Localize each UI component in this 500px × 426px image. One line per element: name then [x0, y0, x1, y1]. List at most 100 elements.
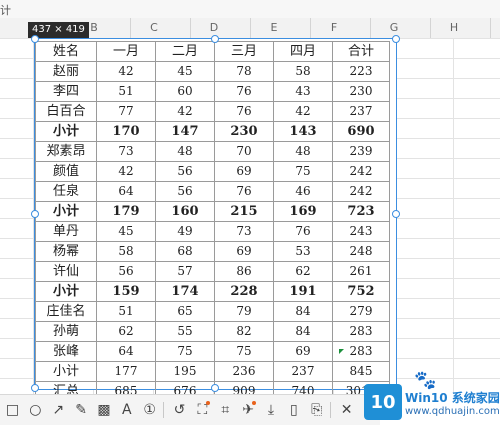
value-cell: 69	[273, 341, 333, 362]
value-cell: 845	[332, 361, 390, 382]
value-cell: 51	[96, 301, 156, 322]
resize-handle-middle-right[interactable]	[392, 210, 400, 218]
column-heading: 一月	[96, 41, 156, 62]
name-cell: 白百合	[35, 101, 97, 122]
value-cell: 70	[214, 141, 274, 162]
column-header-c[interactable]: C	[146, 18, 162, 38]
value-cell: 170	[96, 121, 156, 142]
value-cell: 159	[96, 281, 156, 302]
number-icon[interactable]: ①	[139, 399, 160, 421]
watermark-logo: 10	[364, 384, 402, 420]
watermark-title: Win10 系统家园	[405, 391, 500, 405]
value-cell: 79	[214, 301, 274, 322]
value-cell: 261	[332, 261, 390, 282]
column-separator	[430, 18, 431, 38]
value-cell: 236	[214, 361, 274, 382]
value-cell: 82	[214, 321, 274, 342]
value-cell: 177	[96, 361, 156, 382]
value-cell: 752	[332, 281, 390, 302]
column-separator	[190, 18, 191, 38]
resize-handle-top-middle[interactable]	[211, 35, 219, 43]
value-cell: 174	[155, 281, 215, 302]
screenshot-selection[interactable]: 姓名 一月 二月 三月 四月 合计 赵丽 42 45 78 58 223 李四 51 60 76 43 230 白百…	[34, 38, 397, 402]
save-icon[interactable]: ▯	[283, 399, 304, 421]
value-cell: 48	[155, 141, 215, 162]
resize-handle-top-right[interactable]	[392, 35, 400, 43]
mosaic-icon[interactable]: ▩	[94, 399, 115, 421]
toolbar-separator	[330, 402, 332, 418]
paw-icon: 🐾	[414, 370, 437, 391]
text-glyph: A	[122, 402, 132, 418]
ellipse-icon[interactable]: ○	[25, 399, 46, 421]
value-cell: 243	[332, 221, 390, 242]
value-cell: 42	[273, 101, 333, 122]
column-separator	[250, 18, 251, 38]
value-cell: 230	[214, 121, 274, 142]
name-cell: 杨幂	[35, 241, 97, 262]
value-cell: 723	[332, 201, 390, 222]
resize-handle-bottom-left[interactable]	[31, 384, 39, 392]
value-cell: 62	[273, 261, 333, 282]
table-row: 小计 177 195 236 237 845	[35, 361, 390, 382]
name-cell: 颜值	[35, 161, 97, 182]
name-cell: 单丹	[35, 221, 97, 242]
value-cell: 58	[96, 241, 156, 262]
value-cell: 215	[214, 201, 274, 222]
table-row: 杨幂 58 68 69 53 248	[35, 241, 390, 262]
column-header-f[interactable]: F	[326, 18, 342, 38]
value-cell: 69	[214, 161, 274, 182]
value-cell: 248	[332, 241, 390, 262]
resize-handle-bottom-middle[interactable]	[211, 384, 219, 392]
ocr-icon[interactable]: ⌗	[215, 399, 236, 421]
name-cell: 李四	[35, 81, 97, 102]
value-cell: 690	[332, 121, 390, 142]
value-cell: 58	[273, 61, 333, 82]
table-row: 颜值 42 56 69 75 242	[35, 161, 390, 182]
value-cell: 75	[155, 341, 215, 362]
subtotal-row: 小计 159 174 228 191 752	[35, 281, 390, 302]
value-cell: 191	[273, 281, 333, 302]
table-row: 任泉 64 56 76 46 242	[35, 181, 390, 202]
pin-icon[interactable]: ✈	[238, 399, 259, 421]
ocr-glyph: ⌗	[221, 402, 230, 418]
rectangle-icon[interactable]: □	[2, 399, 23, 421]
table-row: 李四 51 60 76 43 230	[35, 81, 390, 102]
value-cell: 169	[273, 201, 333, 222]
undo-icon[interactable]: ↺	[169, 399, 190, 421]
copy-icon[interactable]: ⎘	[306, 399, 327, 421]
table-row: 许仙 56 57 86 62 261	[35, 261, 390, 282]
column-header-h[interactable]: H	[446, 18, 462, 38]
value-cell: 56	[96, 261, 156, 282]
name-cell: 任泉	[35, 181, 97, 202]
value-cell: 77	[96, 101, 156, 122]
value-cell: 237	[273, 361, 333, 382]
value-cell: 45	[96, 221, 156, 242]
name-cell: 赵丽	[35, 61, 97, 82]
value-cell: 56	[155, 181, 215, 202]
table-row: 白百合 77 42 76 42 237	[35, 101, 390, 122]
value-cell: 68	[155, 241, 215, 262]
column-header-e[interactable]: E	[266, 18, 282, 38]
column-separator	[310, 18, 311, 38]
value-cell: 42	[96, 161, 156, 182]
value-cell: 43	[273, 81, 333, 102]
value-cell: 46	[273, 181, 333, 202]
value-cell: 228	[214, 281, 274, 302]
rectangle-glyph: □	[5, 402, 20, 418]
ellipse-glyph: ○	[29, 402, 42, 418]
download-icon[interactable]: ⤓	[261, 399, 282, 421]
value-cell: 76	[214, 181, 274, 202]
text-icon[interactable]: A	[116, 399, 137, 421]
value-cell: 45	[155, 61, 215, 82]
value-cell: 75	[273, 161, 333, 182]
pen-icon[interactable]: ✎	[71, 399, 92, 421]
crop-icon[interactable]: ⛶	[192, 399, 213, 421]
value-cell: 60	[155, 81, 215, 102]
mosaic-glyph: ▩	[97, 402, 111, 418]
value-cell: 73	[96, 141, 156, 162]
arrow-icon[interactable]: ↗	[48, 399, 69, 421]
value-cell: 230	[332, 81, 390, 102]
resize-handle-middle-left[interactable]	[31, 210, 39, 218]
close-icon[interactable]: ✕	[336, 399, 357, 421]
resize-handle-top-left[interactable]	[31, 35, 39, 43]
